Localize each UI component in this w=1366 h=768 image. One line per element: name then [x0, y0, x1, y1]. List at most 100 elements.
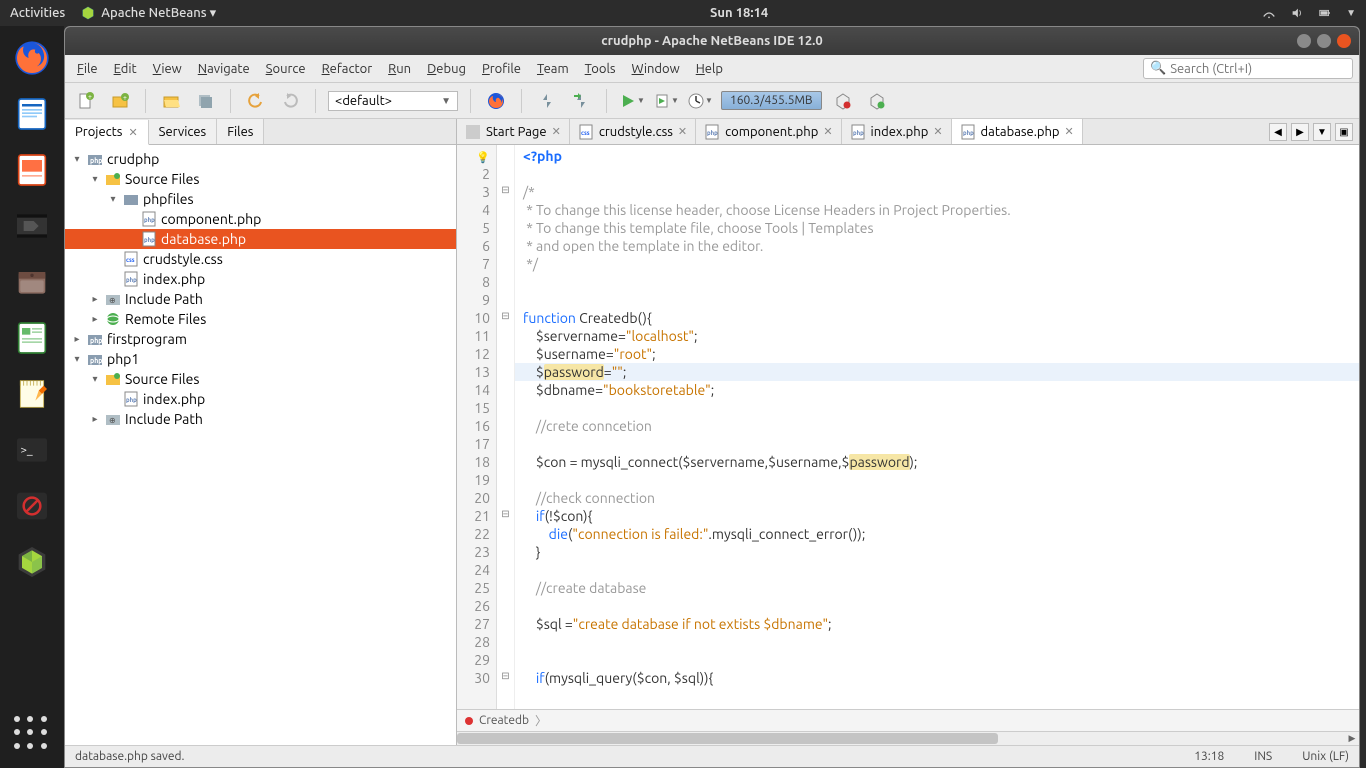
project-tree[interactable]: ▾phpcrudphp▾Source Files▾phpfilesphpcomp…: [65, 145, 456, 745]
close-icon[interactable]: ✕: [552, 125, 561, 138]
dock-writer[interactable]: [8, 90, 56, 138]
dock-impress[interactable]: [8, 146, 56, 194]
expand-toggle[interactable]: ▾: [89, 173, 101, 185]
menu-navigate[interactable]: Navigate: [192, 59, 256, 79]
dock-calc[interactable]: [8, 314, 56, 362]
run-button[interactable]: ▼: [619, 88, 645, 114]
menu-view[interactable]: View: [147, 59, 188, 79]
debug-button[interactable]: ▼: [653, 88, 679, 114]
expand-toggle[interactable]: ▾: [71, 153, 83, 165]
close-icon[interactable]: ✕: [1065, 125, 1074, 138]
tab-nav-next[interactable]: ▶: [1291, 123, 1309, 141]
close-icon[interactable]: ✕: [933, 125, 942, 138]
tree-node[interactable]: phpindex.php: [65, 389, 456, 409]
dock-netbeans[interactable]: [8, 538, 56, 586]
save-all-button[interactable]: [192, 88, 218, 114]
undo-button[interactable]: [243, 88, 269, 114]
expand-toggle[interactable]: ▸: [71, 333, 83, 345]
redo-button[interactable]: [277, 88, 303, 114]
search-input[interactable]: [1170, 62, 1346, 76]
menu-tools[interactable]: Tools: [579, 59, 622, 79]
config-selector[interactable]: <default>▼: [328, 91, 458, 111]
window-close[interactable]: [1337, 34, 1351, 48]
menu-debug[interactable]: Debug: [421, 59, 472, 79]
tree-node[interactable]: ▾Source Files: [65, 369, 456, 389]
dock-apps-grid[interactable]: [14, 716, 50, 752]
panel-tab-projects[interactable]: Projects✕: [65, 120, 149, 145]
menu-help[interactable]: Help: [690, 59, 729, 79]
close-icon[interactable]: ✕: [678, 125, 687, 138]
menu-edit[interactable]: Edit: [108, 59, 143, 79]
expand-toggle[interactable]: ▸: [89, 293, 101, 305]
horizontal-scrollbar[interactable]: ▶: [457, 731, 1359, 745]
menu-source[interactable]: Source: [260, 59, 312, 79]
tree-node[interactable]: ▸⊕Include Path: [65, 409, 456, 429]
menu-team[interactable]: Team: [531, 59, 575, 79]
tree-node[interactable]: ▾phpfiles: [65, 189, 456, 209]
tree-node[interactable]: phpcomponent.php: [65, 209, 456, 229]
clean-build-button[interactable]: [568, 88, 594, 114]
heap-indicator[interactable]: 160.3/455.5MB: [721, 91, 822, 110]
scrollbar-thumb[interactable]: [457, 733, 998, 744]
code-area[interactable]: <?php/* * To change this license header,…: [515, 145, 1359, 709]
build-button[interactable]: [534, 88, 560, 114]
tab-nav-prev[interactable]: ◀: [1269, 123, 1287, 141]
gc-button-1[interactable]: [830, 88, 856, 114]
dock-files[interactable]: [8, 258, 56, 306]
expand-toggle[interactable]: ▸: [89, 313, 101, 325]
menu-profile[interactable]: Profile: [476, 59, 527, 79]
menu-run[interactable]: Run: [382, 59, 417, 79]
dock-firefox[interactable]: [8, 34, 56, 82]
tree-node[interactable]: ▸⊕Include Path: [65, 289, 456, 309]
close-icon[interactable]: ✕: [128, 126, 137, 139]
expand-toggle[interactable]: ▾: [71, 353, 83, 365]
tree-node[interactable]: ▾phpcrudphp: [65, 149, 456, 169]
breadcrumb-bar[interactable]: Createdb 〉: [457, 709, 1359, 731]
new-project-button[interactable]: +: [107, 88, 133, 114]
profile-button[interactable]: ▼: [687, 88, 713, 114]
open-button[interactable]: [158, 88, 184, 114]
breadcrumb-item[interactable]: Createdb: [479, 714, 529, 727]
tree-node[interactable]: phpindex.php: [65, 269, 456, 289]
dock-blocked[interactable]: [8, 482, 56, 530]
line-ending[interactable]: Unix (LF): [1302, 750, 1349, 763]
line-gutter[interactable]: 2345678910111213141516171819202122232425…: [457, 145, 497, 709]
clock[interactable]: Sun 18:14: [216, 6, 1262, 20]
menu-window[interactable]: Window: [626, 59, 686, 79]
tab-maximize[interactable]: ▣: [1335, 123, 1353, 141]
browser-button[interactable]: [483, 88, 509, 114]
scroll-right[interactable]: ▶: [1345, 732, 1359, 745]
activities-button[interactable]: Activities: [10, 6, 65, 20]
editor-tab[interactable]: phpindex.php✕: [842, 119, 952, 144]
gc-button-2[interactable]: [864, 88, 890, 114]
panel-tab-files[interactable]: Files: [217, 119, 264, 144]
tree-node[interactable]: ▾Source Files: [65, 169, 456, 189]
dock-video[interactable]: [8, 202, 56, 250]
expand-toggle[interactable]: ▾: [89, 373, 101, 385]
menu-refactor[interactable]: Refactor: [316, 59, 379, 79]
volume-icon[interactable]: [1290, 6, 1304, 20]
dock-text-editor[interactable]: [8, 370, 56, 418]
battery-icon[interactable]: [1318, 6, 1332, 20]
tab-list[interactable]: ▼: [1313, 123, 1331, 141]
system-menu-chevron[interactable]: ▼: [1346, 7, 1356, 19]
editor-tab[interactable]: csscrudstyle.css✕: [570, 119, 696, 144]
insert-mode[interactable]: INS: [1254, 750, 1272, 763]
tree-node[interactable]: ▸phpfirstprogram: [65, 329, 456, 349]
tree-node[interactable]: phpdatabase.php: [65, 229, 456, 249]
editor-tab[interactable]: Start Page✕: [457, 119, 570, 144]
close-icon[interactable]: ✕: [823, 125, 832, 138]
panel-tab-services[interactable]: Services: [149, 119, 218, 144]
fold-column[interactable]: ⊟⊟⊟⊟: [497, 145, 515, 709]
network-icon[interactable]: [1262, 6, 1276, 20]
window-minimize[interactable]: [1297, 34, 1311, 48]
app-menu[interactable]: Apache NetBeans ▾: [81, 6, 216, 21]
editor-tab[interactable]: phpcomponent.php✕: [696, 119, 841, 144]
window-titlebar[interactable]: crudphp - Apache NetBeans IDE 12.0: [65, 27, 1359, 55]
expand-toggle[interactable]: ▾: [107, 193, 119, 205]
new-file-button[interactable]: +: [73, 88, 99, 114]
tree-node[interactable]: csscrudstyle.css: [65, 249, 456, 269]
tree-node[interactable]: ▾phpphp1: [65, 349, 456, 369]
menu-file[interactable]: File: [71, 59, 104, 79]
search-box[interactable]: 🔍: [1143, 58, 1353, 79]
